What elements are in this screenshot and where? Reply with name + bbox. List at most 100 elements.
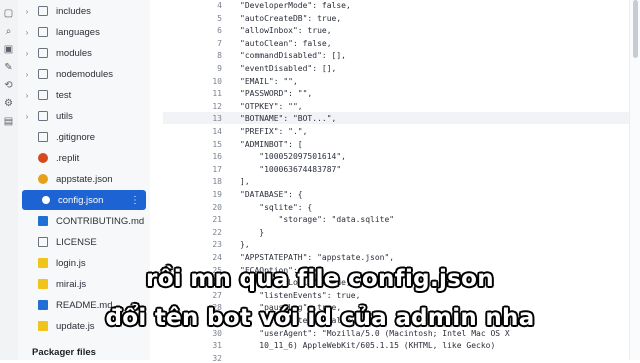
line-number: 6	[217, 26, 222, 36]
tree-item-label: test	[56, 89, 72, 101]
scrollbar-thumb[interactable]	[633, 0, 638, 58]
line-number: 17	[212, 164, 222, 174]
line-number: 7	[217, 38, 222, 48]
code-line[interactable]: "autoCreateDB": true,	[240, 14, 341, 23]
subtitle-line-1: rồi mn qua file config.json	[146, 266, 494, 292]
line-number: 20	[212, 202, 222, 212]
line-number: 24	[212, 253, 222, 262]
tree-item-label: modules	[56, 47, 92, 59]
tree-item[interactable]: .gitignore	[18, 127, 150, 147]
tree-item[interactable]: config.json ⋮	[22, 190, 146, 210]
tree-item-label: LICENSE	[56, 236, 97, 248]
code-line[interactable]: }	[240, 228, 264, 237]
code-line[interactable]: "PASSWORD": "",	[240, 89, 312, 98]
code-line[interactable]: "autoClean": false,	[240, 39, 332, 48]
json-icon	[42, 196, 50, 204]
code-line[interactable]: },	[240, 240, 250, 249]
more-options-icon[interactable]: ⋮	[130, 195, 140, 206]
line-number: 9	[217, 64, 222, 73]
subtitle-line-2: đổi tên bot với id của admin nha	[105, 305, 535, 331]
line-number: 4	[217, 1, 222, 10]
json-icon	[38, 174, 48, 184]
tree-item[interactable]: › modules	[18, 43, 150, 63]
tree-item[interactable]: › test	[18, 85, 150, 105]
code-line[interactable]: "eventDisabled": [],	[240, 64, 336, 73]
line-number: 12	[212, 101, 222, 111]
tree-item[interactable]: › languages	[18, 22, 150, 42]
line-number: 22	[212, 227, 222, 237]
code-line[interactable]: "sqlite": {	[240, 203, 312, 212]
tree-item-label: nodemodules	[56, 68, 114, 80]
files-icon[interactable]: ▢	[3, 8, 14, 19]
chevron-right-icon: ›	[25, 111, 29, 121]
tree-item[interactable]: appstate.json	[18, 169, 150, 189]
line-number: 23	[212, 240, 222, 250]
code-line[interactable]: "OTPKEY": "",	[240, 102, 303, 111]
line-number: 14	[212, 127, 222, 136]
chevron-right-icon: ›	[25, 6, 29, 16]
line-number: 32	[212, 353, 222, 363]
history-icon[interactable]: ⟲	[3, 80, 14, 91]
line-number: 18	[212, 177, 222, 187]
code-line[interactable]: "BOTNAME": "BOT...",	[240, 114, 336, 123]
line-number: 8	[217, 51, 222, 61]
lock-icon[interactable]: ▤	[3, 116, 14, 127]
code-line[interactable]: "100052097501614",	[240, 152, 346, 161]
tree-item[interactable]: .replit	[18, 148, 150, 168]
current-line-highlight	[163, 112, 631, 124]
replit-icon	[38, 153, 48, 163]
code-line[interactable]: "EMAIL": "",	[240, 77, 298, 86]
tree-item-label: .gitignore	[56, 131, 96, 143]
tree-item-label: languages	[56, 26, 100, 38]
tree-item-label: config.json	[58, 194, 104, 206]
chevron-right-icon: ›	[25, 90, 29, 100]
line-number: 19	[212, 190, 222, 199]
folder-icon	[38, 111, 48, 121]
chevron-right-icon: ›	[25, 69, 29, 79]
tree-item[interactable]: › nodemodules	[18, 64, 150, 84]
code-line[interactable]: "DeveloperMode": false,	[240, 1, 351, 10]
chevron-right-icon: ›	[25, 27, 29, 37]
tree-item-label: CONTRIBUTING.md	[56, 215, 145, 227]
tree-item[interactable]: › utils	[18, 106, 150, 126]
folder-icon	[38, 6, 48, 16]
packager-files-heading: Packager files	[32, 347, 96, 358]
code-line[interactable]: "storage": "data.sqlite"	[240, 215, 395, 224]
package-icon[interactable]: ▣	[3, 44, 14, 55]
line-number: 13	[212, 114, 222, 124]
md-icon	[38, 216, 48, 226]
line-number: 16	[212, 152, 222, 162]
line-number: 15	[212, 139, 222, 149]
chevron-right-icon: ›	[25, 48, 29, 58]
tree-item-label: appstate.json	[56, 173, 113, 185]
file-icon	[38, 237, 48, 247]
code-line[interactable]: ],	[240, 177, 250, 186]
folder-icon	[38, 90, 48, 100]
line-number: 11	[212, 89, 222, 99]
code-line[interactable]: "APPSTATEPATH": "appstate.json",	[240, 253, 394, 262]
settings-icon[interactable]: ⚙	[3, 98, 14, 109]
code-line[interactable]: "100063674483787"	[240, 165, 341, 174]
line-number: 31	[212, 341, 222, 351]
search-icon[interactable]: ⌕	[3, 26, 14, 37]
tree-item[interactable]: LICENSE	[18, 232, 150, 252]
code-line[interactable]: "listenEvents": true,	[240, 291, 360, 300]
file-icon	[38, 132, 48, 142]
line-number: 21	[212, 215, 222, 225]
tools-icon[interactable]: ✎	[3, 62, 14, 73]
tree-item[interactable]: CONTRIBUTING.md	[18, 211, 150, 231]
code-line[interactable]: "PREFIX": ".",	[240, 127, 307, 136]
folder-icon	[38, 48, 48, 58]
tree-item[interactable]: › includes	[18, 1, 150, 21]
tree-item-label: .replit	[56, 152, 80, 164]
code-line[interactable]: "ADMINBOT": [	[240, 140, 303, 149]
code-line[interactable]: "commandDisabled": [],	[240, 51, 346, 60]
folder-icon	[38, 27, 48, 37]
line-number: 5	[217, 13, 222, 23]
code-line[interactable]: "allowInbox": true,	[240, 26, 332, 35]
code-line[interactable]: "DATABASE": {	[240, 190, 303, 199]
tree-item-label: utils	[56, 110, 73, 122]
folder-icon	[38, 69, 48, 79]
code-line[interactable]: 10_11_6) AppleWebKit/605.1.15 (KHTML, li…	[240, 341, 495, 350]
line-number: 10	[212, 76, 222, 86]
